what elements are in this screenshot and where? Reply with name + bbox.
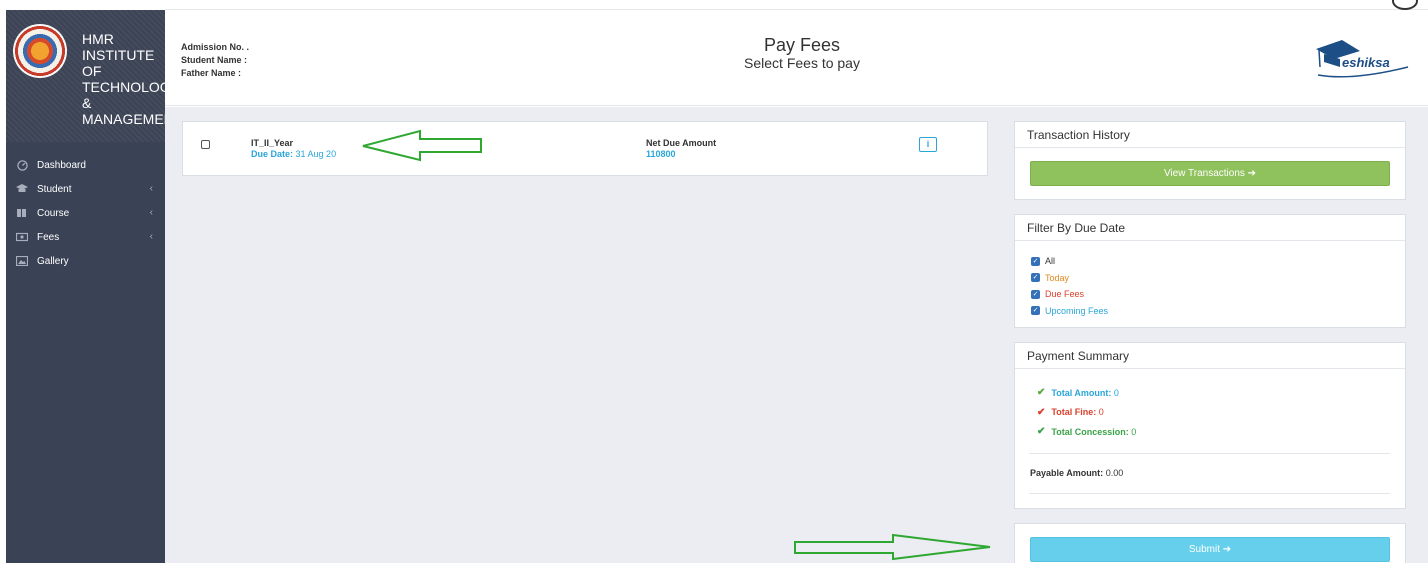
payable-amount-label: Payable Amount: — [1030, 468, 1104, 478]
payment-summary-panel: Payment Summary ✔ Total Amount: 0 ✔ Tota… — [1014, 342, 1406, 509]
sidebar-item-label: Course — [37, 207, 70, 219]
summary-list: ✔ Total Amount: 0 ✔ Total Fine: 0 ✔ Tota… — [1015, 369, 1405, 442]
net-due-value: 110800 — [646, 149, 676, 159]
page-subtitle: Select Fees to pay — [744, 55, 860, 71]
panel-title: Transaction History — [1015, 122, 1405, 148]
total-concession-row: ✔ Total Concession: 0 — [1037, 422, 1405, 442]
top-bar — [165, 0, 1428, 10]
institute-name-line: OF — [82, 63, 102, 79]
course-icon — [16, 208, 28, 218]
submit-button[interactable]: Submit ➔ — [1030, 537, 1390, 562]
student-name-label: Student Name : — [181, 55, 248, 65]
student-icon — [16, 184, 28, 194]
check-icon: ✔ — [1037, 387, 1046, 399]
fee-info-button[interactable]: i — [919, 137, 937, 152]
filter-panel: Filter By Due Date ✓ All ✓ Today ✓ Due F… — [1014, 214, 1406, 328]
checkbox-checked-icon[interactable]: ✓ — [1031, 289, 1040, 299]
institute-name-line: INSTITUTE — [82, 47, 155, 63]
sidebar-brand[interactable]: HMR INSTITUTE OF TECHNOLOGY & MANAGEMENT — [6, 10, 165, 142]
checkbox-checked-icon[interactable]: ✓ — [1031, 306, 1040, 316]
submit-panel: Submit ➔ — [1014, 523, 1406, 563]
father-name-label: Father Name : — [181, 68, 242, 78]
institute-name-line: TECHNOLOGY — [82, 79, 165, 95]
chevron-left-icon: ‹ — [149, 231, 153, 242]
dashboard-icon — [16, 159, 28, 171]
total-concession-label: Total Concession: — [1051, 426, 1129, 437]
filter-option-today[interactable]: ✓ Today — [1031, 270, 1405, 287]
check-icon: ✔ — [1037, 426, 1046, 438]
institute-name-line: HMR — [82, 31, 114, 47]
sidebar-item-label: Student — [37, 183, 72, 195]
filter-option-label: Upcoming Fees — [1045, 305, 1109, 316]
summary-divider — [1029, 453, 1390, 454]
institute-name-line: & — [82, 95, 92, 111]
filter-options: ✓ All ✓ Today ✓ Due Fees ✓ Upcoming Fees — [1015, 241, 1405, 319]
page-header: Admission No. . Student Name : Father Na… — [165, 10, 1428, 106]
net-due-label: Net Due Amount — [646, 138, 717, 148]
chevron-left-icon: ‹ — [149, 183, 153, 194]
sidebar-item-label: Gallery — [37, 255, 69, 267]
total-amount-value: 0 — [1113, 387, 1119, 398]
panel-title: Payment Summary — [1015, 343, 1405, 369]
main-content: IT_II_Year Due Date: 31 Aug 20 Net Due A… — [165, 107, 1428, 563]
student-info: Admission No. . Student Name : Father Na… — [181, 41, 249, 80]
admission-no-label: Admission No. . — [181, 42, 250, 52]
sidebar-item-dashboard[interactable]: Dashboard — [6, 153, 165, 177]
filter-option-label: All — [1045, 256, 1056, 267]
total-fine-value: 0 — [1098, 407, 1104, 418]
filter-option-label: Due Fees — [1045, 289, 1085, 300]
checkbox-checked-icon[interactable]: ✓ — [1031, 273, 1040, 283]
sidebar-item-gallery[interactable]: Gallery — [6, 249, 165, 273]
sidebar-item-student[interactable]: Student ‹ — [6, 177, 165, 201]
fee-due-date: Due Date: 31 Aug 20 — [251, 149, 336, 159]
sidebar-item-course[interactable]: Course ‹ — [6, 201, 165, 225]
total-concession-value: 0 — [1131, 426, 1137, 437]
filter-option-all[interactable]: ✓ All — [1031, 253, 1405, 270]
institute-logo — [13, 24, 67, 78]
fee-due-label: Due Date: — [251, 149, 294, 159]
check-icon: ✔ — [1037, 406, 1046, 418]
fee-name: IT_II_Year — [251, 138, 294, 148]
fee-due-value: 31 Aug 20 — [295, 149, 337, 159]
fee-row: IT_II_Year Due Date: 31 Aug 20 Net Due A… — [182, 121, 988, 176]
payable-amount: Payable Amount: 0.00 — [1030, 468, 1123, 478]
institute-name: HMR INSTITUTE OF TECHNOLOGY & MANAGEMENT — [82, 31, 165, 127]
gallery-icon — [16, 256, 28, 266]
filter-option-label: Today — [1045, 272, 1070, 283]
view-transactions-button[interactable]: View Transactions ➔ — [1030, 161, 1390, 186]
sidebar-nav: Dashboard Student ‹ Course ‹ Fees ‹ Gall… — [6, 153, 165, 273]
institute-name-line: MANAGEMENT — [82, 111, 165, 127]
sidebar-item-fees[interactable]: Fees ‹ — [6, 225, 165, 249]
panel-title: Filter By Due Date — [1015, 215, 1405, 241]
sidebar-item-label: Fees — [37, 231, 60, 243]
chevron-left-icon: ‹ — [149, 207, 153, 218]
total-amount-row: ✔ Total Amount: 0 — [1037, 383, 1405, 403]
checkbox-checked-icon[interactable]: ✓ — [1031, 256, 1040, 266]
fees-icon — [16, 232, 28, 242]
eshiksa-logo-text: eshiksa — [1342, 55, 1390, 70]
filter-option-upcoming-fees[interactable]: ✓ Upcoming Fees — [1031, 303, 1405, 320]
sidebar-item-label: Dashboard — [37, 159, 86, 171]
total-amount-label: Total Amount: — [1051, 387, 1112, 398]
filter-option-due-fees[interactable]: ✓ Due Fees — [1031, 286, 1405, 303]
transaction-history-panel: Transaction History View Transactions ➔ — [1014, 121, 1406, 200]
page-title: Pay Fees — [763, 35, 841, 55]
total-fine-label: Total Fine: — [1051, 407, 1097, 418]
fee-select-checkbox[interactable] — [201, 140, 210, 149]
eshiksa-logo: eshiksa — [1312, 37, 1412, 83]
summary-divider — [1029, 493, 1390, 494]
sidebar: HMR INSTITUTE OF TECHNOLOGY & MANAGEMENT… — [6, 10, 165, 563]
total-fine-row: ✔ Total Fine: 0 — [1037, 403, 1405, 423]
payable-amount-value: 0.00 — [1105, 468, 1124, 478]
